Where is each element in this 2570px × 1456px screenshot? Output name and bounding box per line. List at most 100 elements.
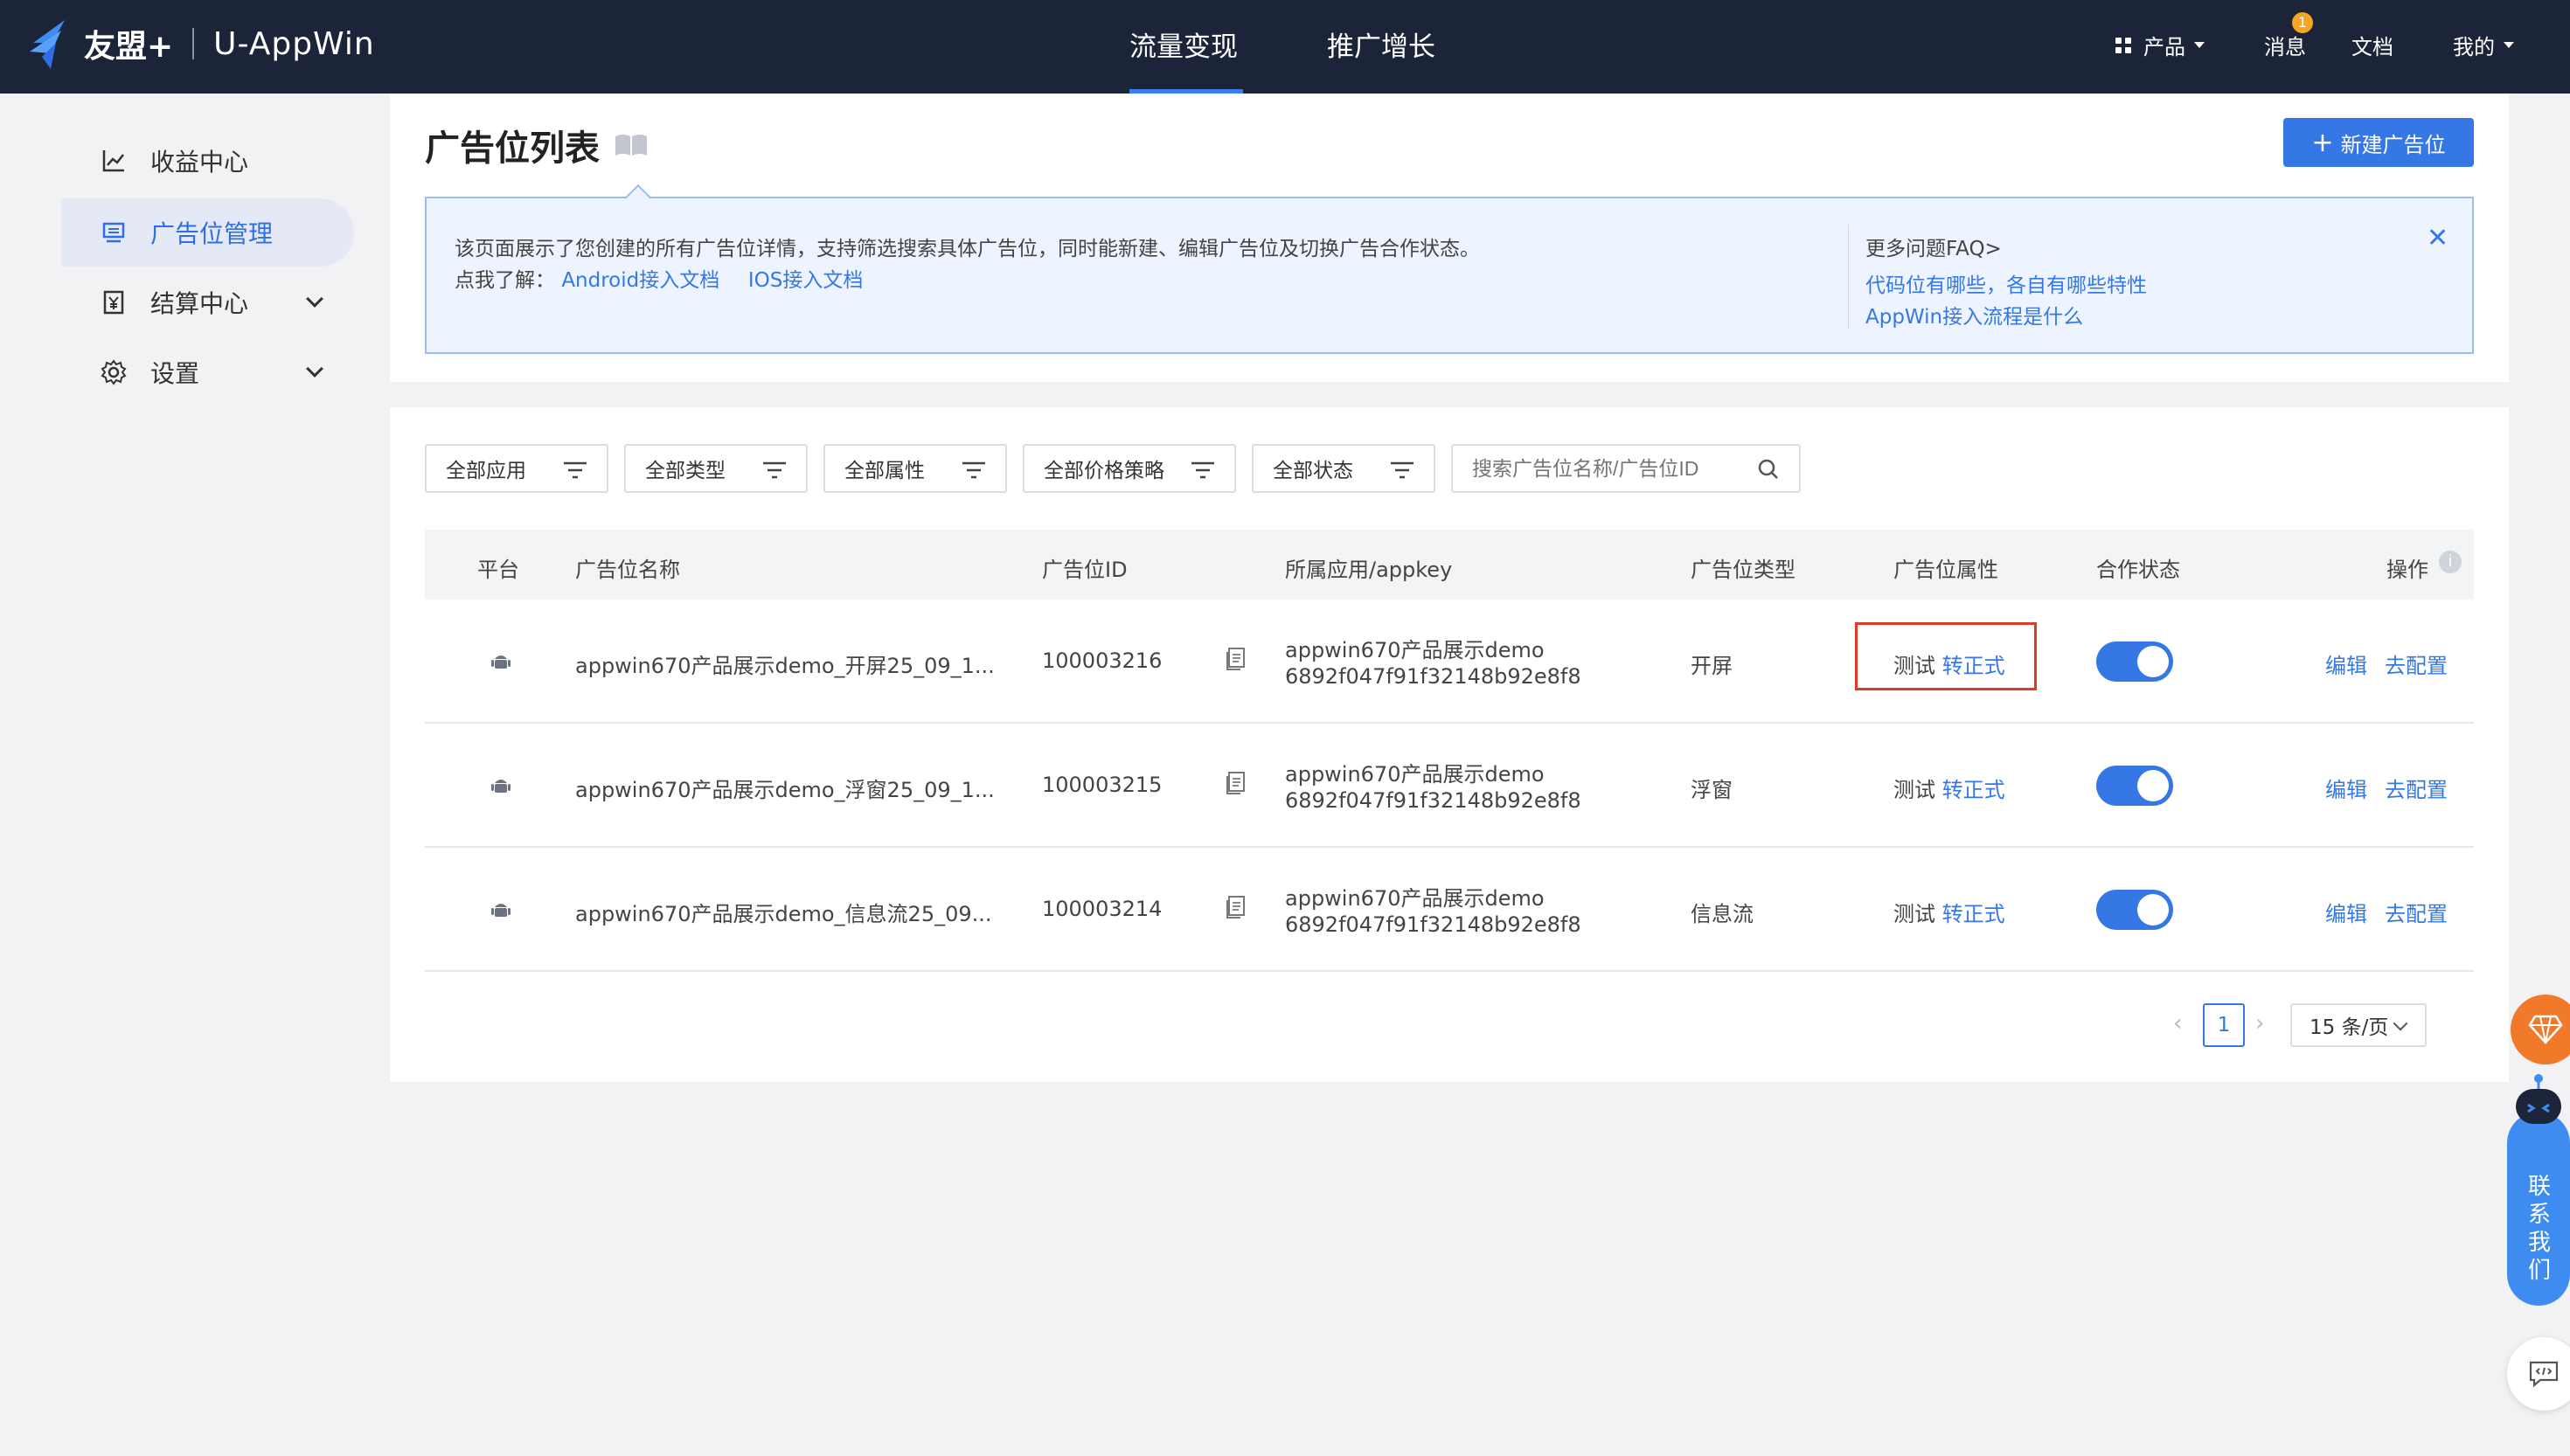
filter-status-select[interactable]: 全部状态 xyxy=(1252,444,1435,493)
edit-link[interactable]: 编辑 xyxy=(2325,773,2367,803)
cooperation-status-toggle[interactable] xyxy=(2096,641,2173,682)
copy-icon[interactable] xyxy=(1226,771,1247,795)
table-row: appwin670产品展示demo_浮窗25_09_1... 100003215… xyxy=(425,724,2474,848)
android-icon xyxy=(491,655,511,669)
tab-promotion-growth[interactable]: 推广增长 xyxy=(1327,24,1441,94)
adslot-name[interactable]: appwin670产品展示demo_浮窗25_09_1... xyxy=(575,773,995,803)
sidebar-item-adslot-management[interactable]: 广告位管理 xyxy=(61,198,354,267)
adslot-name[interactable]: appwin670产品展示demo_开屏25_09_1... xyxy=(575,648,995,679)
close-icon[interactable]: ✕ xyxy=(2427,223,2448,253)
next-page-button[interactable]: › xyxy=(2255,1010,2264,1037)
logo-divider xyxy=(192,28,195,59)
filter-attribute-select[interactable]: 全部属性 xyxy=(823,444,1007,493)
android-icon xyxy=(491,904,511,917)
vip-diamond-button[interactable] xyxy=(2511,995,2570,1064)
contact-us-button[interactable]: 联系我们 xyxy=(2507,1074,2570,1306)
search-input[interactable] xyxy=(1472,456,1752,481)
adslot-name[interactable]: appwin670产品展示demo_信息流25_09... xyxy=(575,897,992,927)
info-banner: 该页面展示了您创建的所有广告位详情，支持筛选搜索具体广告位，同时能新建、编辑广告… xyxy=(425,184,2474,354)
cooperation-status-toggle[interactable] xyxy=(2096,890,2173,930)
my-account-menu[interactable]: 我的 xyxy=(2453,30,2514,60)
feedback-chat-button[interactable] xyxy=(2507,1337,2570,1411)
appkey: 6892f047f91f32148b92e8f8 xyxy=(1285,912,1581,937)
copy-icon[interactable] xyxy=(1226,895,1247,919)
header-app: 所属应用/appkey xyxy=(1285,558,1453,582)
highlight-annotation-box xyxy=(1855,622,2037,690)
search-field[interactable] xyxy=(1451,444,1801,493)
switch-to-production-link[interactable]: 转正式 xyxy=(1942,902,2005,926)
header-platform: 平台 xyxy=(477,558,519,582)
search-icon[interactable] xyxy=(1757,458,1780,481)
docs-link[interactable]: 文档 xyxy=(2351,30,2393,60)
filter-icon xyxy=(763,461,786,479)
edit-link[interactable]: 编辑 xyxy=(2325,648,2367,679)
cooperation-status-toggle[interactable] xyxy=(2096,766,2173,806)
header-ops: 操作 xyxy=(2386,558,2428,582)
info-divider xyxy=(1848,225,1849,329)
logo[interactable]: 友盟+ U-AppWin xyxy=(26,16,375,72)
adslot-id: 100003216 xyxy=(1042,648,1163,673)
android-doc-link[interactable]: Android接入文档 xyxy=(561,269,719,292)
page-size-select[interactable]: 15 条/页 xyxy=(2290,1003,2427,1047)
filter-app-select[interactable]: 全部应用 xyxy=(425,444,608,493)
edit-link[interactable]: 编辑 xyxy=(2325,897,2367,927)
messages-link[interactable]: 消息 1 xyxy=(2264,12,2313,60)
product-name: U-AppWin xyxy=(213,25,375,62)
sidebar-item-settlement[interactable]: 结算中心 xyxy=(61,268,354,336)
adslot-type: 浮窗 xyxy=(1691,778,1733,802)
page-size-label: 15 条/页 xyxy=(2310,1016,2389,1039)
caret-down-icon xyxy=(2194,42,2205,48)
configure-link[interactable]: 去配置 xyxy=(2385,648,2448,679)
page-title: 广告位列表 xyxy=(425,120,649,170)
products-label: 产品 xyxy=(2143,35,2185,59)
messages-label: 消息 xyxy=(2264,35,2306,59)
chevron-down-icon xyxy=(306,360,323,378)
open-book-icon[interactable] xyxy=(614,133,649,157)
header-id: 广告位ID xyxy=(1042,558,1128,582)
adslot-id: 100003214 xyxy=(1042,897,1163,921)
copy-icon[interactable] xyxy=(1226,647,1247,671)
faq-more-link[interactable]: 更多问题FAQ> xyxy=(1865,232,2002,261)
line-chart-icon xyxy=(96,143,131,178)
adslot-attribute: 测试 转正式 xyxy=(1893,897,2005,927)
page-header-panel: 广告位列表 + 新建广告位 该页面展示了您创建的所有广告位详情，支持筛选搜索具体… xyxy=(390,94,2509,382)
code-chat-icon xyxy=(2529,1361,2559,1388)
filter-type-select[interactable]: 全部类型 xyxy=(624,444,808,493)
current-page-button[interactable]: 1 xyxy=(2203,1003,2245,1047)
mine-label: 我的 xyxy=(2453,35,2495,59)
filter-icon xyxy=(962,461,985,479)
ios-doc-link[interactable]: IOS接入文档 xyxy=(748,269,864,292)
attribute-test-label: 测试 xyxy=(1893,778,1935,802)
docs-label: 文档 xyxy=(2351,35,2393,59)
previous-page-button[interactable]: ‹ xyxy=(2173,1010,2182,1037)
products-menu[interactable]: 产品 xyxy=(2115,30,2205,60)
sidebar: 收益中心 广告位管理 结算中心 设置 xyxy=(0,94,367,1456)
configure-link[interactable]: 去配置 xyxy=(2385,897,2448,927)
umeng-logo-icon xyxy=(30,20,65,69)
new-adslot-button[interactable]: + 新建广告位 xyxy=(2283,118,2474,167)
info-icon[interactable]: i xyxy=(2439,551,2462,573)
configure-link[interactable]: 去配置 xyxy=(2385,773,2448,803)
android-icon xyxy=(491,780,511,793)
faq-link-code-slots[interactable]: 代码位有哪些，各自有哪些特性 xyxy=(1865,268,2147,298)
robot-icon xyxy=(2516,1074,2561,1124)
sidebar-item-settings[interactable]: 设置 xyxy=(61,338,354,406)
header-attribute: 广告位属性 xyxy=(1893,558,1998,582)
brand-name: 友盟+ xyxy=(84,29,174,65)
info-description: 该页面展示了您创建的所有广告位详情，支持筛选搜索具体广告位，同时能新建、编辑广告… xyxy=(455,238,1480,260)
adslot-type: 信息流 xyxy=(1691,902,1754,926)
faq-link-integration-flow[interactable]: AppWin接入流程是什么 xyxy=(1865,300,2083,329)
learn-prefix: 点我了解： xyxy=(455,269,555,292)
chevron-down-icon xyxy=(2393,1016,2408,1031)
new-adslot-label: 新建广告位 xyxy=(2340,132,2446,157)
banner-pointer xyxy=(625,184,651,210)
tab-traffic-monetization[interactable]: 流量变现 xyxy=(1129,24,1243,94)
learn-more-line: 点我了解： Android接入文档 IOS接入文档 xyxy=(455,263,863,293)
page-title-text: 广告位列表 xyxy=(425,128,600,169)
switch-to-production-link[interactable]: 转正式 xyxy=(1942,778,2005,802)
gear-icon xyxy=(96,355,131,390)
appkey: 6892f047f91f32148b92e8f8 xyxy=(1285,788,1581,813)
sidebar-item-revenue[interactable]: 收益中心 xyxy=(61,127,354,195)
filter-price-strategy-select[interactable]: 全部价格策略 xyxy=(1023,444,1236,493)
app-name: appwin670产品展示demo xyxy=(1285,886,1545,911)
